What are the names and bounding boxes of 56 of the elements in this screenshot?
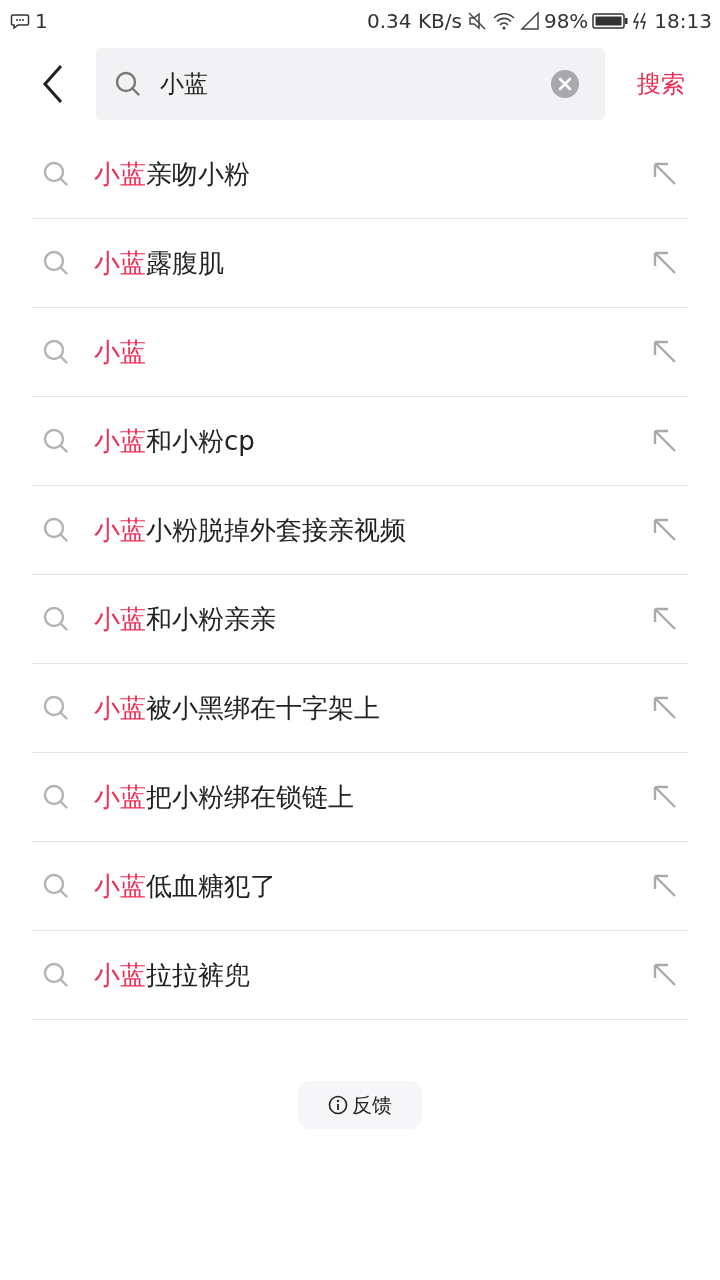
up-left-arrow-icon[interactable] (652, 784, 678, 810)
suggestion-item[interactable]: 小蓝和小粉亲亲 (32, 575, 688, 664)
back-icon (41, 64, 65, 104)
info-icon (328, 1095, 348, 1115)
search-icon (42, 694, 70, 722)
suggestion-item[interactable]: 小蓝把小粉绑在锁链上 (32, 753, 688, 842)
up-left-arrow-icon[interactable] (652, 695, 678, 721)
notification-count: 1 (35, 9, 48, 33)
up-left-arrow-icon[interactable] (652, 962, 678, 988)
search-icon (114, 70, 142, 98)
suggestion-text: 小蓝低血糖犯了 (94, 869, 277, 903)
suggestion-item[interactable]: 小蓝小粉脱掉外套接亲视频 (32, 486, 688, 575)
search-icon (42, 605, 70, 633)
suggestion-item[interactable]: 小蓝露腹肌 (32, 219, 688, 308)
message-icon (10, 13, 30, 29)
suggestion-item[interactable]: 小蓝 (32, 308, 688, 397)
wifi-icon (491, 11, 516, 31)
up-left-arrow-icon[interactable] (652, 428, 678, 454)
search-icon (42, 516, 70, 544)
suggestion-item[interactable]: 小蓝被小黑绑在十字架上 (32, 664, 688, 753)
suggestion-text: 小蓝和小粉亲亲 (94, 602, 277, 636)
up-left-arrow-icon[interactable] (652, 606, 678, 632)
clear-icon[interactable] (551, 70, 579, 98)
search-icon (42, 783, 70, 811)
suggestion-text: 小蓝亲吻小粉 (94, 157, 251, 191)
battery-icon (592, 12, 629, 30)
suggestion-item[interactable]: 小蓝和小粉cp (32, 397, 688, 486)
search-icon (42, 427, 70, 455)
network-speed: 0.34 KB/s (367, 9, 462, 33)
up-left-arrow-icon[interactable] (652, 873, 678, 899)
suggestion-item[interactable]: 小蓝拉拉裤兜 (32, 931, 688, 1020)
suggestion-text: 小蓝把小粉绑在锁链上 (94, 780, 355, 814)
signal-icon (519, 11, 540, 31)
search-icon (42, 961, 70, 989)
clock-time: 18:13 (654, 9, 712, 33)
suggestion-text: 小蓝被小黑绑在十字架上 (94, 691, 381, 725)
suggestion-text: 小蓝露腹肌 (94, 246, 225, 280)
suggestion-text: 小蓝 (94, 335, 147, 369)
up-left-arrow-icon[interactable] (652, 250, 678, 276)
search-icon (42, 160, 70, 188)
battery-percent: 98% (543, 9, 589, 33)
muted-speaker-icon (465, 10, 488, 32)
up-left-arrow-icon[interactable] (652, 517, 678, 543)
suggestion-text: 小蓝拉拉裤兜 (94, 958, 251, 992)
suggestion-item[interactable]: 小蓝亲吻小粉 (32, 130, 688, 219)
search-icon (42, 249, 70, 277)
suggestion-text: 小蓝小粉脱掉外套接亲视频 (94, 513, 407, 547)
suggestion-item[interactable]: 小蓝低血糖犯了 (32, 842, 688, 931)
up-left-arrow-icon[interactable] (652, 161, 678, 187)
suggestion-text: 小蓝和小粉cp (94, 424, 256, 458)
search-icon (42, 872, 70, 900)
search-field[interactable]: 小蓝 (96, 48, 605, 120)
search-icon (42, 338, 70, 366)
search-button[interactable]: 搜索 (637, 68, 685, 100)
up-left-arrow-icon[interactable] (652, 339, 678, 365)
feedback-button[interactable]: 反馈 (298, 1081, 422, 1129)
